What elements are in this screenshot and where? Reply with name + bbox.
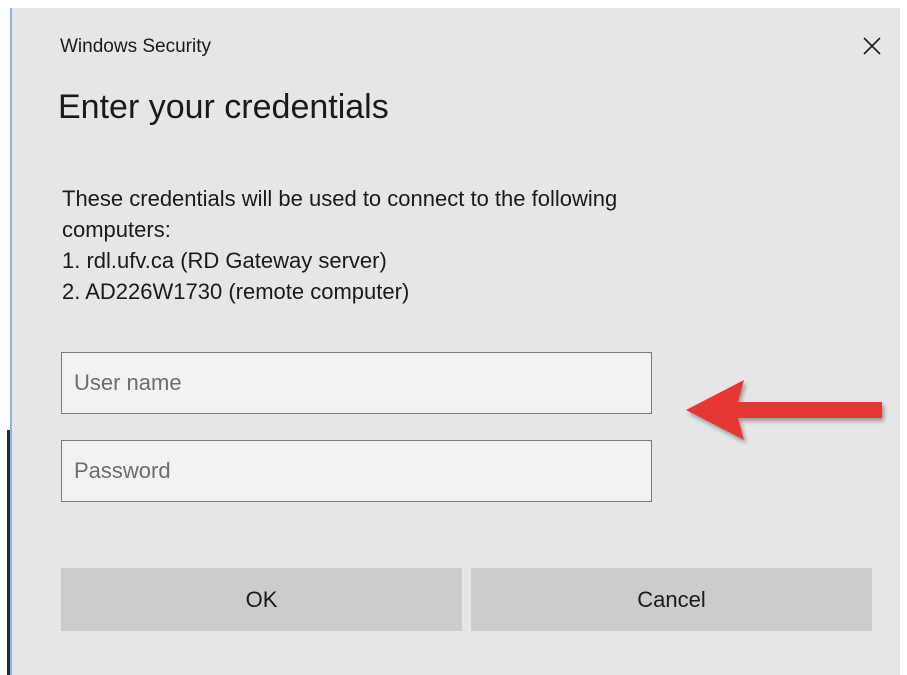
dialog-description: These credentials will be used to connec… bbox=[62, 183, 822, 307]
cancel-button[interactable]: Cancel bbox=[471, 568, 872, 631]
dialog-heading: Enter your credentials bbox=[58, 88, 389, 126]
description-line: 2. AD226W1730 (remote computer) bbox=[62, 279, 410, 304]
password-field[interactable] bbox=[61, 440, 652, 502]
window-left-edge bbox=[0, 0, 10, 675]
left-arrow-icon bbox=[686, 380, 882, 440]
window-title: Windows Security bbox=[60, 36, 211, 57]
username-field[interactable] bbox=[61, 352, 652, 414]
ok-button[interactable]: OK bbox=[61, 568, 462, 631]
description-line: computers: bbox=[62, 217, 171, 242]
description-line: 1. rdl.ufv.ca (RD Gateway server) bbox=[62, 248, 387, 273]
credentials-dialog: Windows Security Enter your credentials … bbox=[10, 8, 900, 675]
close-button[interactable] bbox=[852, 26, 892, 66]
description-line: These credentials will be used to connec… bbox=[62, 186, 618, 211]
close-icon bbox=[863, 37, 881, 55]
